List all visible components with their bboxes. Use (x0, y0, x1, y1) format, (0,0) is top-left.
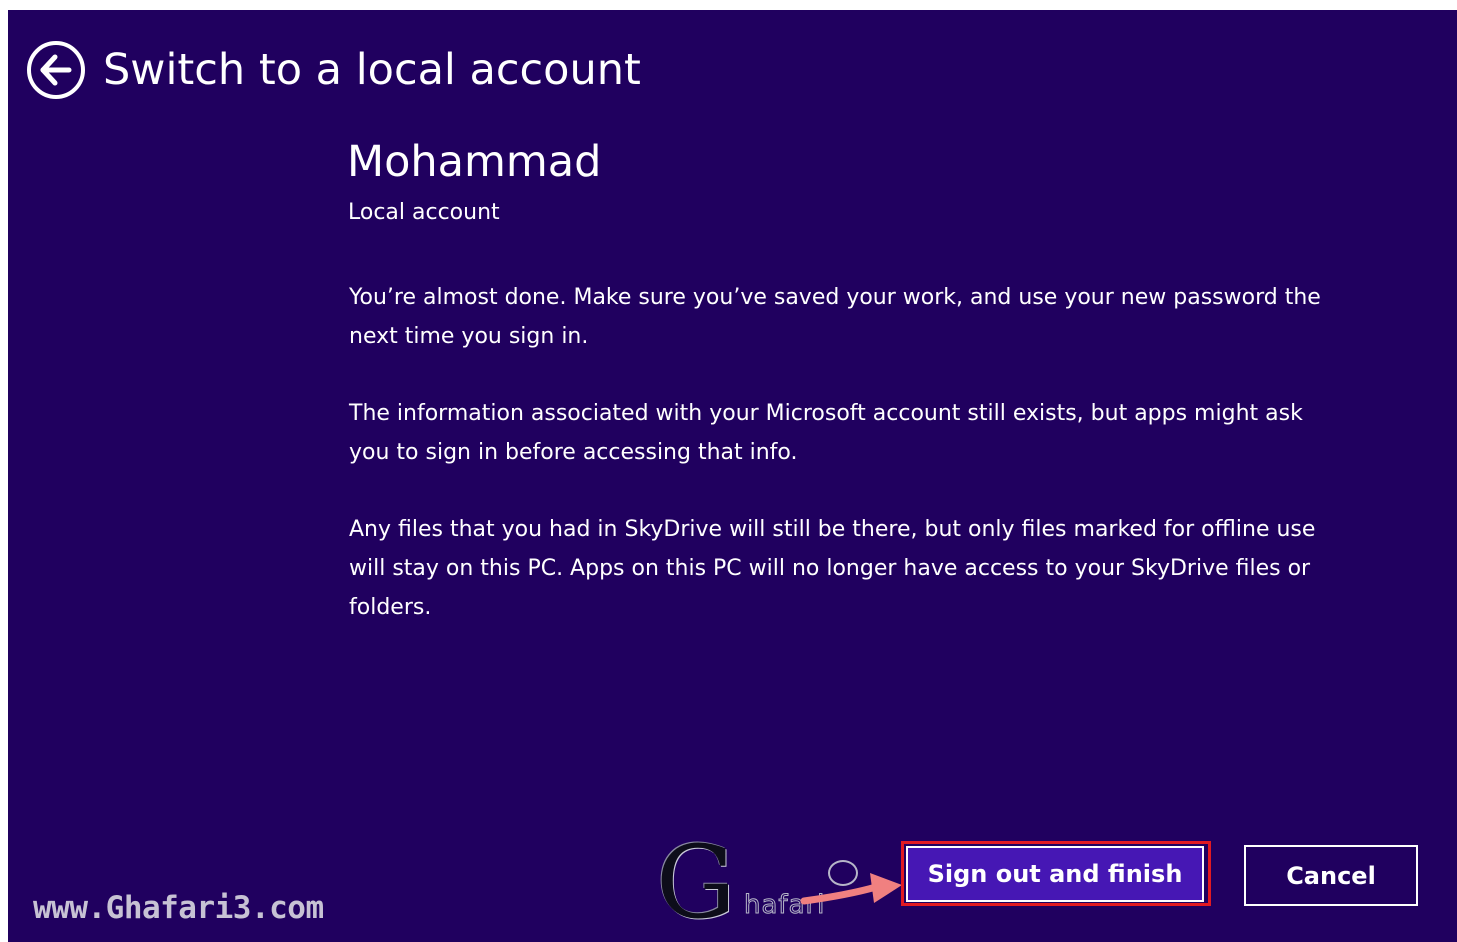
account-name: Mohammad (347, 137, 602, 187)
logo-letter: G (656, 824, 736, 941)
account-type: Local account (348, 200, 500, 225)
watermark-url: www.Ghafari3.com (33, 890, 324, 926)
back-arrow-circle-icon (27, 41, 85, 99)
back-button[interactable] (26, 40, 86, 100)
info-paragraph: Any files that you had in SkyDrive will … (349, 517, 1316, 620)
page-header: Switch to a local account (26, 40, 641, 100)
annotation-arrow-icon (800, 873, 902, 905)
page-title: Switch to a local account (103, 45, 641, 95)
cancel-button[interactable]: Cancel (1244, 845, 1418, 906)
settings-screen: Switch to a local account Mohammad Local… (8, 10, 1457, 942)
info-paragraph: You’re almost done. Make sure you’ve sav… (349, 285, 1321, 349)
info-paragraph: The information associated with your Mic… (349, 401, 1303, 465)
sign-out-and-finish-button[interactable]: Sign out and finish (906, 846, 1204, 902)
